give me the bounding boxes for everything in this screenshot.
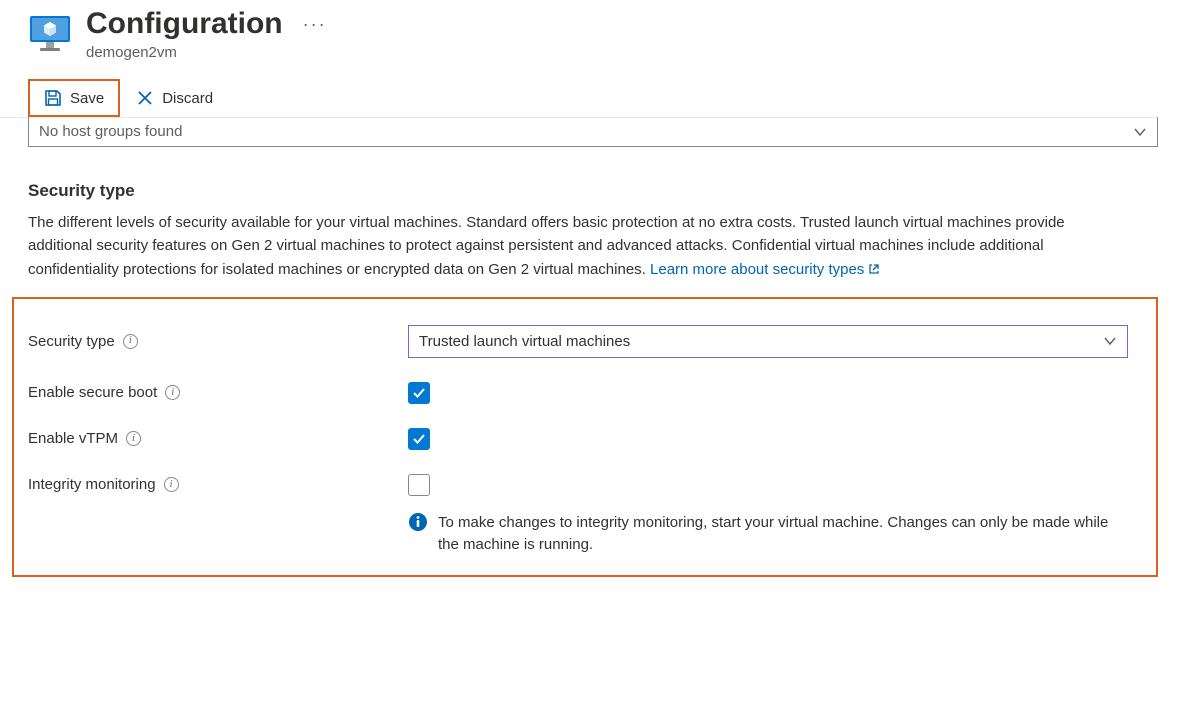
page-header: Configuration ··· demogen2vm (28, 0, 1158, 61)
security-type-value: Trusted launch virtual machines (419, 333, 630, 350)
integrity-info-note: To make changes to integrity monitoring,… (28, 512, 1128, 557)
info-icon[interactable]: i (165, 385, 180, 400)
info-icon[interactable]: i (123, 334, 138, 349)
discard-label: Discard (162, 90, 213, 107)
integrity-monitoring-checkbox[interactable] (408, 474, 430, 496)
save-label: Save (70, 90, 104, 107)
security-type-description: The different levels of security availab… (28, 211, 1128, 281)
learn-more-link[interactable]: Learn more about security types (650, 261, 880, 278)
secure-boot-checkbox[interactable] (408, 382, 430, 404)
security-type-label: Security type (28, 333, 115, 350)
page-title: Configuration (86, 6, 283, 42)
security-type-heading: Security type (28, 181, 1158, 201)
info-icon[interactable]: i (126, 431, 141, 446)
resource-name: demogen2vm (86, 44, 327, 61)
external-link-icon (868, 263, 880, 275)
discard-button[interactable]: Discard (124, 83, 225, 113)
security-config-panel: Security type i Trusted launch virtual m… (12, 297, 1158, 577)
more-actions-button[interactable]: ··· (303, 14, 327, 35)
save-button[interactable]: Save (32, 83, 116, 113)
secure-boot-label: Enable secure boot (28, 384, 157, 401)
security-type-select[interactable]: Trusted launch virtual machines (408, 325, 1128, 358)
check-icon (412, 386, 426, 400)
command-bar: Save Discard (0, 79, 1158, 118)
vtpm-label: Enable vTPM (28, 430, 118, 447)
info-icon[interactable]: i (164, 477, 179, 492)
host-group-value: No host groups found (39, 123, 182, 140)
vtpm-checkbox[interactable] (408, 428, 430, 450)
host-group-select[interactable]: No host groups found (28, 117, 1158, 147)
integrity-monitoring-label: Integrity monitoring (28, 476, 156, 493)
check-icon (412, 432, 426, 446)
chevron-down-icon (1103, 334, 1117, 348)
save-icon (44, 89, 62, 107)
discard-icon (136, 89, 154, 107)
info-solid-icon (408, 512, 428, 532)
integrity-info-text: To make changes to integrity monitoring,… (438, 512, 1128, 557)
chevron-down-icon (1133, 125, 1147, 139)
vm-icon (28, 12, 72, 56)
